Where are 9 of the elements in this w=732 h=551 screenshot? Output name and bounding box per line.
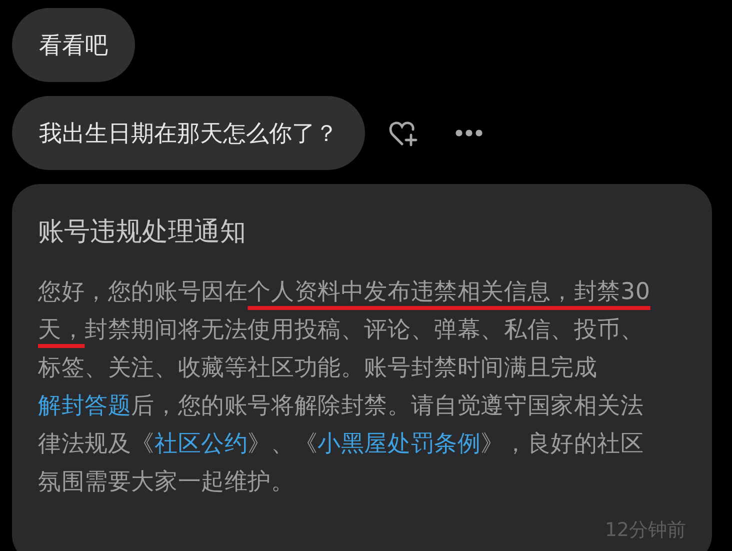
notice-text: 您好，您的账号因在个人资料中发布违禁相关信息，封禁30天，封禁期间将无法使用投稿、评论、弹幕、私信、投币、标签、关注、收藏等社区功能。账号封禁时间满且完成 解封答题后，您的账号将解除封禁。请自觉遵守国家相关法律法规及《社区公约》、《小黑屋处罚条例》，良好的社区氛围需要大家一起维护。	[38, 278, 652, 497]
notice-title: 账号违规处理通知	[38, 216, 246, 249]
more-icon[interactable]	[455, 129, 483, 137]
notice-link[interactable]: 小黑屋处罚条例	[318, 431, 481, 457]
notice-link[interactable]: 解封答题	[38, 393, 132, 419]
message-bubble: 我出生日期在那天怎么你了？	[12, 96, 365, 170]
notice-link[interactable]: 社区公约	[154, 431, 248, 457]
heart-plus-icon[interactable]	[389, 119, 419, 147]
message-bubble: 看看吧	[12, 8, 135, 82]
